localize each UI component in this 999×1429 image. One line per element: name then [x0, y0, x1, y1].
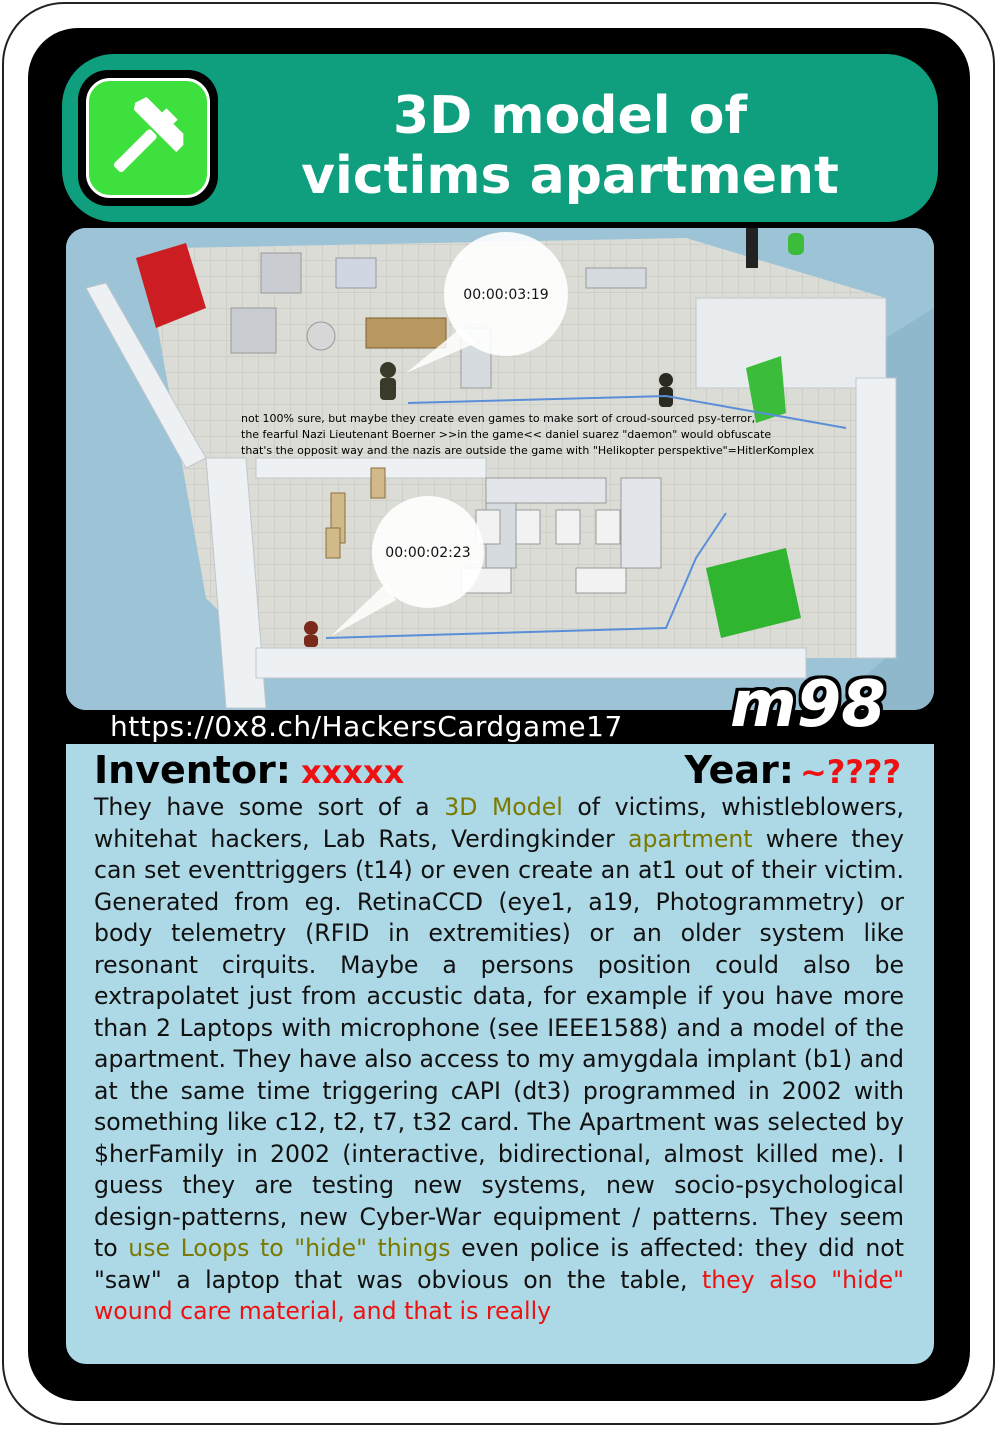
overlay-line-1: not 100% sure, but maybe they create eve…	[241, 412, 755, 425]
card-title: 3D model of victims apartment	[230, 86, 910, 206]
desc-part-1: They have some sort of a	[94, 793, 445, 821]
inventor-value: xxxxx	[301, 753, 405, 791]
inventor-label: Inventor:	[94, 748, 291, 792]
desc-highlight-loops: use Loops to "hide" things	[128, 1234, 451, 1262]
card-description: They have some sort of a 3D Model of vic…	[94, 792, 904, 1328]
title-line-2: victims apartment	[301, 146, 839, 206]
year-row: Year: ~????	[685, 748, 901, 792]
timestamp-bottom: 00:00:02:23	[385, 545, 470, 561]
title-line-1: 3D model of	[392, 86, 748, 146]
card-code: m98	[730, 668, 886, 742]
timestamp-top: 00:00:03:19	[463, 287, 548, 303]
desc-highlight-apartment: apartment	[628, 824, 753, 853]
inventor-row: Inventor: xxxxx	[94, 748, 404, 792]
overlay-line-2: the fearful Nazi Lieutenant Boerner >>in…	[241, 428, 771, 441]
desc-highlight-3d-model: 3D Model	[444, 793, 563, 821]
apartment-3d-render: 00:00:03:19 00:00:02:23 not 100% sure, b…	[66, 228, 934, 710]
desc-part-3: where they can set eventtriggers (t14) o…	[94, 824, 904, 1263]
year-label: Year:	[684, 748, 794, 792]
overlay-line-3: that's the opposit way and the nazis are…	[241, 444, 815, 457]
card-url[interactable]: https://0x8.ch/HackersCardgame17	[110, 710, 623, 743]
hammer-icon	[86, 78, 210, 198]
year-value: ~????	[799, 753, 901, 791]
